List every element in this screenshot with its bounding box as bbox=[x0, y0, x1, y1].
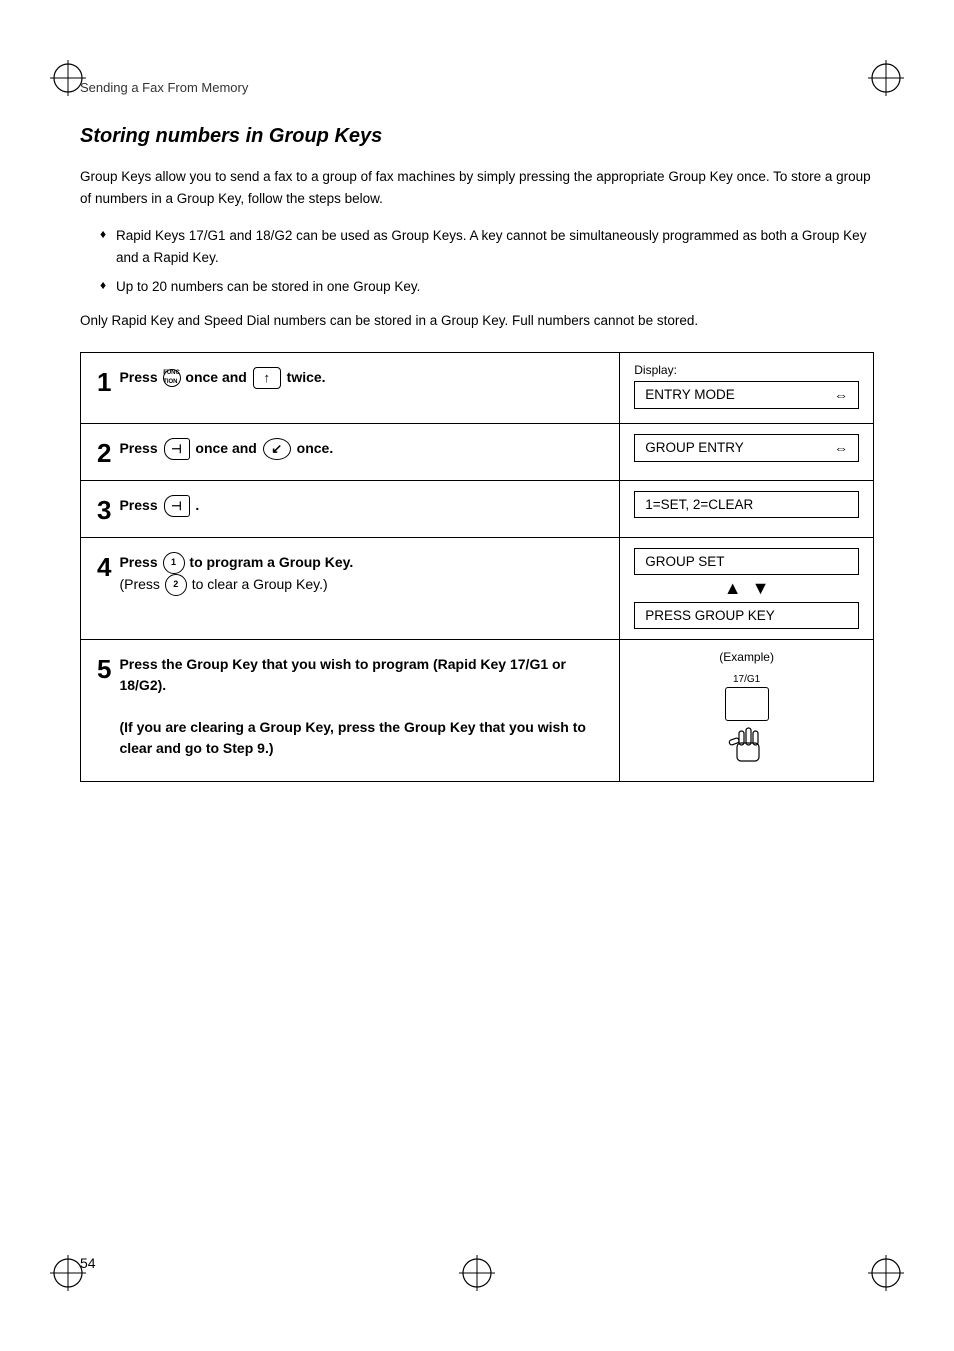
group-display: GROUP SET ▲ ▼ PRESS GROUP KEY bbox=[634, 548, 859, 629]
step-2-right: GROUP ENTRY ⇔ bbox=[620, 423, 874, 480]
step-1-left: 1 Press FUNCTION once and ↑ twice. bbox=[81, 352, 620, 423]
display-label-1: Display: bbox=[634, 363, 859, 377]
example-label: (Example) bbox=[634, 650, 859, 664]
key-1-icon: 1 bbox=[163, 552, 185, 574]
hand-icon bbox=[717, 721, 777, 771]
page: Sending a Fax From Memory Storing number… bbox=[0, 0, 954, 1351]
steps-table: 1 Press FUNCTION once and ↑ twice. Displ… bbox=[80, 352, 874, 782]
bullet-list: Rapid Keys 17/G1 and 18/G2 can be used a… bbox=[100, 225, 874, 298]
display-press-group-key-text: PRESS GROUP KEY bbox=[645, 608, 775, 623]
display-text-2: GROUP ENTRY bbox=[645, 440, 744, 455]
step-5-sub: (If you are clearing a Group Key, press … bbox=[119, 719, 586, 756]
up-arrow-key: ↑ bbox=[253, 367, 281, 389]
step-3-content: Press ⊣ . bbox=[119, 495, 603, 517]
step-5-right: (Example) 17/G1 bbox=[620, 639, 874, 781]
step-4-right: GROUP SET ▲ ▼ PRESS GROUP KEY bbox=[620, 537, 874, 639]
bullet-item-2: Up to 20 numbers can be stored in one Gr… bbox=[100, 276, 874, 298]
intro-text: Group Keys allow you to send a fax to a … bbox=[80, 166, 874, 209]
step-5-content: Press the Group Key that you wish to pro… bbox=[119, 654, 603, 759]
once-and-text: once and bbox=[185, 369, 250, 385]
note-text: Only Rapid Key and Speed Dial numbers ca… bbox=[80, 310, 874, 332]
step-2-row: 2 Press ⊣ once and ↙ once. GROUP ENTRY ⇔ bbox=[81, 423, 874, 480]
display-text-3: 1=SET, 2=CLEAR bbox=[645, 497, 753, 512]
display-group-set: GROUP SET bbox=[634, 548, 859, 575]
display-arrow-1: ⇔ bbox=[834, 387, 848, 403]
hand-key-wrapper: 17/G1 bbox=[717, 674, 777, 771]
step-5-main: Press the Group Key that you wish to pro… bbox=[119, 656, 566, 693]
display-box-2: GROUP ENTRY ⇔ bbox=[634, 434, 859, 462]
twice-text: twice. bbox=[287, 369, 326, 385]
step-4-left: 4 Press 1 to program a Group Key. (Press… bbox=[81, 537, 620, 639]
key-rect bbox=[725, 687, 769, 721]
example-area: (Example) 17/G1 bbox=[634, 650, 859, 771]
page-number: 54 bbox=[80, 1255, 96, 1271]
step-1-number: 1 bbox=[97, 369, 111, 395]
reg-mark-tr bbox=[868, 60, 904, 96]
step-4-number: 4 bbox=[97, 554, 111, 580]
reg-mark-tl bbox=[50, 60, 86, 96]
step-2-left: 2 Press ⊣ once and ↙ once. bbox=[81, 423, 620, 480]
breadcrumb: Sending a Fax From Memory bbox=[80, 80, 874, 95]
key-2-icon: 2 bbox=[165, 574, 187, 596]
step-5-number: 5 bbox=[97, 656, 111, 682]
step-3-number: 3 bbox=[97, 497, 111, 523]
step-4-content: Press 1 to program a Group Key. (Press 2… bbox=[119, 552, 603, 597]
reg-mark-br bbox=[868, 1255, 904, 1291]
reg-mark-bm bbox=[459, 1255, 495, 1291]
arrows-row: ▲ ▼ bbox=[724, 575, 770, 602]
display-arrow-2: ⇔ bbox=[834, 440, 848, 456]
section-title: Storing numbers in Group Keys bbox=[80, 125, 874, 148]
step-3-row: 3 Press ⊣ . 1=SET, 2=CLEAR bbox=[81, 480, 874, 537]
step-2-content: Press ⊣ once and ↙ once. bbox=[119, 438, 603, 460]
step-3-right: 1=SET, 2=CLEAR bbox=[620, 480, 874, 537]
press-key-3-icon: ⊣ bbox=[164, 495, 190, 517]
function-key-icon: FUNCTION bbox=[163, 369, 181, 387]
step-4-sub: (Press 2 to clear a Group Key.) bbox=[119, 576, 327, 592]
key-label-17g1: 17/G1 bbox=[717, 674, 777, 685]
step-1-right: Display: ENTRY MODE ⇔ bbox=[620, 352, 874, 423]
bullet-item-1: Rapid Keys 17/G1 and 18/G2 can be used a… bbox=[100, 225, 874, 268]
down-key-icon: ↙ bbox=[263, 438, 291, 460]
step-5-left: 5 Press the Group Key that you wish to p… bbox=[81, 639, 620, 781]
display-press-group-key: PRESS GROUP KEY bbox=[634, 602, 859, 629]
display-group-set-text: GROUP SET bbox=[645, 554, 724, 569]
step-5-row: 5 Press the Group Key that you wish to p… bbox=[81, 639, 874, 781]
step-1-content: Press FUNCTION once and ↑ twice. bbox=[119, 367, 603, 389]
step-3-left: 3 Press ⊣ . bbox=[81, 480, 620, 537]
display-text-1: ENTRY MODE bbox=[645, 387, 735, 402]
display-box-1: ENTRY MODE ⇔ bbox=[634, 381, 859, 409]
step-4-row: 4 Press 1 to program a Group Key. (Press… bbox=[81, 537, 874, 639]
right-key-icon: ⊣ bbox=[164, 438, 190, 460]
step-2-number: 2 bbox=[97, 440, 111, 466]
step-1-row: 1 Press FUNCTION once and ↑ twice. Displ… bbox=[81, 352, 874, 423]
display-box-3: 1=SET, 2=CLEAR bbox=[634, 491, 859, 518]
